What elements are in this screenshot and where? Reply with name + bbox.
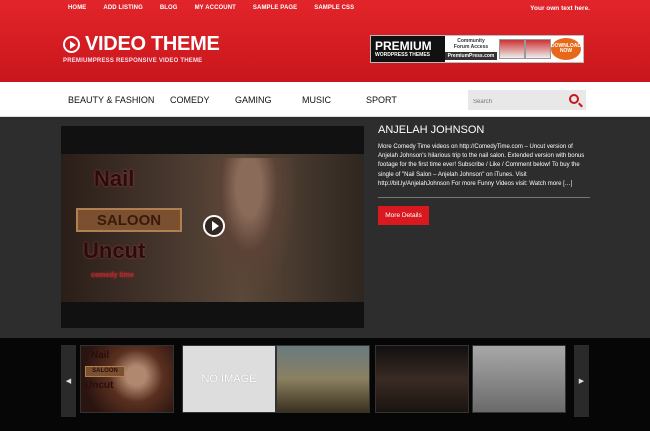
banner-screenshot-image xyxy=(525,39,551,59)
banner-middle: Community Forum Access PremiumPress.com xyxy=(444,36,498,62)
banner-premium: PREMIUM xyxy=(375,39,432,53)
thumb-text-uncut: Uncut xyxy=(85,380,114,391)
carousel-prev-button[interactable]: ◀ xyxy=(61,345,76,417)
search-box xyxy=(468,90,586,112)
video-text-nail: Nail xyxy=(94,166,135,191)
top-nav-sample-page[interactable]: SAMPLE PAGE xyxy=(253,5,297,11)
video-text-saloon: SALOON xyxy=(76,208,182,232)
carousel-thumbnail[interactable] xyxy=(276,345,370,413)
site-logo[interactable]: VIDEO THEME xyxy=(63,33,220,56)
divider xyxy=(378,197,590,198)
category-beauty-fashion[interactable]: BEAUTY & FASHION xyxy=(68,95,154,105)
carousel-thumbnail[interactable] xyxy=(375,345,469,413)
banner-site: PremiumPress.com xyxy=(444,52,498,60)
banner-screenshot-image xyxy=(499,39,525,59)
thumb-text-nail: Nail xyxy=(91,350,110,361)
video-brand-logo: comedy time xyxy=(91,272,134,279)
top-nav-add-listing[interactable]: ADD LISTING xyxy=(103,5,142,11)
top-nav-blog[interactable]: BLOG xyxy=(160,5,178,11)
no-image-placeholder: NO IMAGE xyxy=(201,373,257,385)
carousel-thumbnail[interactable] xyxy=(472,345,566,413)
thumb-text-saloon: SALOON xyxy=(85,366,125,377)
banner-forum: Forum Access xyxy=(453,44,489,50)
more-details-button[interactable]: More Details xyxy=(378,206,429,225)
carousel-thumbnail[interactable]: NO IMAGE xyxy=(182,345,276,413)
top-nav-home[interactable]: HOME xyxy=(68,5,86,11)
banner-download-badge: DOWNLOAD NOW xyxy=(551,38,581,60)
category-music[interactable]: MUSIC xyxy=(302,95,331,105)
video-player[interactable]: Nail SALOON Uncut comedy time xyxy=(61,126,364,328)
category-sport[interactable]: SPORT xyxy=(366,95,397,105)
top-nav-my-account[interactable]: MY ACCOUNT xyxy=(195,5,236,11)
premiumpress-banner-ad[interactable]: PREMIUM WORDPRESS THEMES Community Forum… xyxy=(370,35,584,63)
chevron-left-icon: ◀ xyxy=(65,378,72,385)
play-circle-icon xyxy=(63,36,80,53)
logo-subtitle: PREMIUMPRESS RESPONSIVE VIDEO THEME xyxy=(63,58,203,64)
top-nav: HOME ADD LISTING BLOG MY ACCOUNT SAMPLE … xyxy=(68,5,371,11)
category-gaming[interactable]: GAMING xyxy=(235,95,272,105)
logo-title: VIDEO THEME xyxy=(85,33,220,55)
chevron-right-icon: ▶ xyxy=(578,378,585,385)
video-text-uncut: Uncut xyxy=(83,238,146,263)
banner-brand: PREMIUM WORDPRESS THEMES xyxy=(371,36,445,62)
search-input[interactable] xyxy=(468,92,558,112)
carousel-next-button[interactable]: ▶ xyxy=(574,345,589,417)
header-custom-text: Your own text here. xyxy=(530,5,590,12)
video-description: More Comedy Time videos on http://Comedy… xyxy=(378,144,585,187)
banner-right: DOWNLOAD NOW xyxy=(497,36,583,62)
top-nav-sample-css[interactable]: SAMPLE CSS xyxy=(314,5,354,11)
category-comedy[interactable]: COMEDY xyxy=(170,95,210,105)
play-icon[interactable] xyxy=(203,215,225,237)
banner-wordpress: WORDPRESS THEMES xyxy=(375,52,431,58)
carousel-thumbnail[interactable]: Nail SALOON Uncut xyxy=(80,345,174,413)
video-title[interactable]: ANJELAH JOHNSON xyxy=(378,124,484,136)
search-icon[interactable] xyxy=(569,94,579,104)
